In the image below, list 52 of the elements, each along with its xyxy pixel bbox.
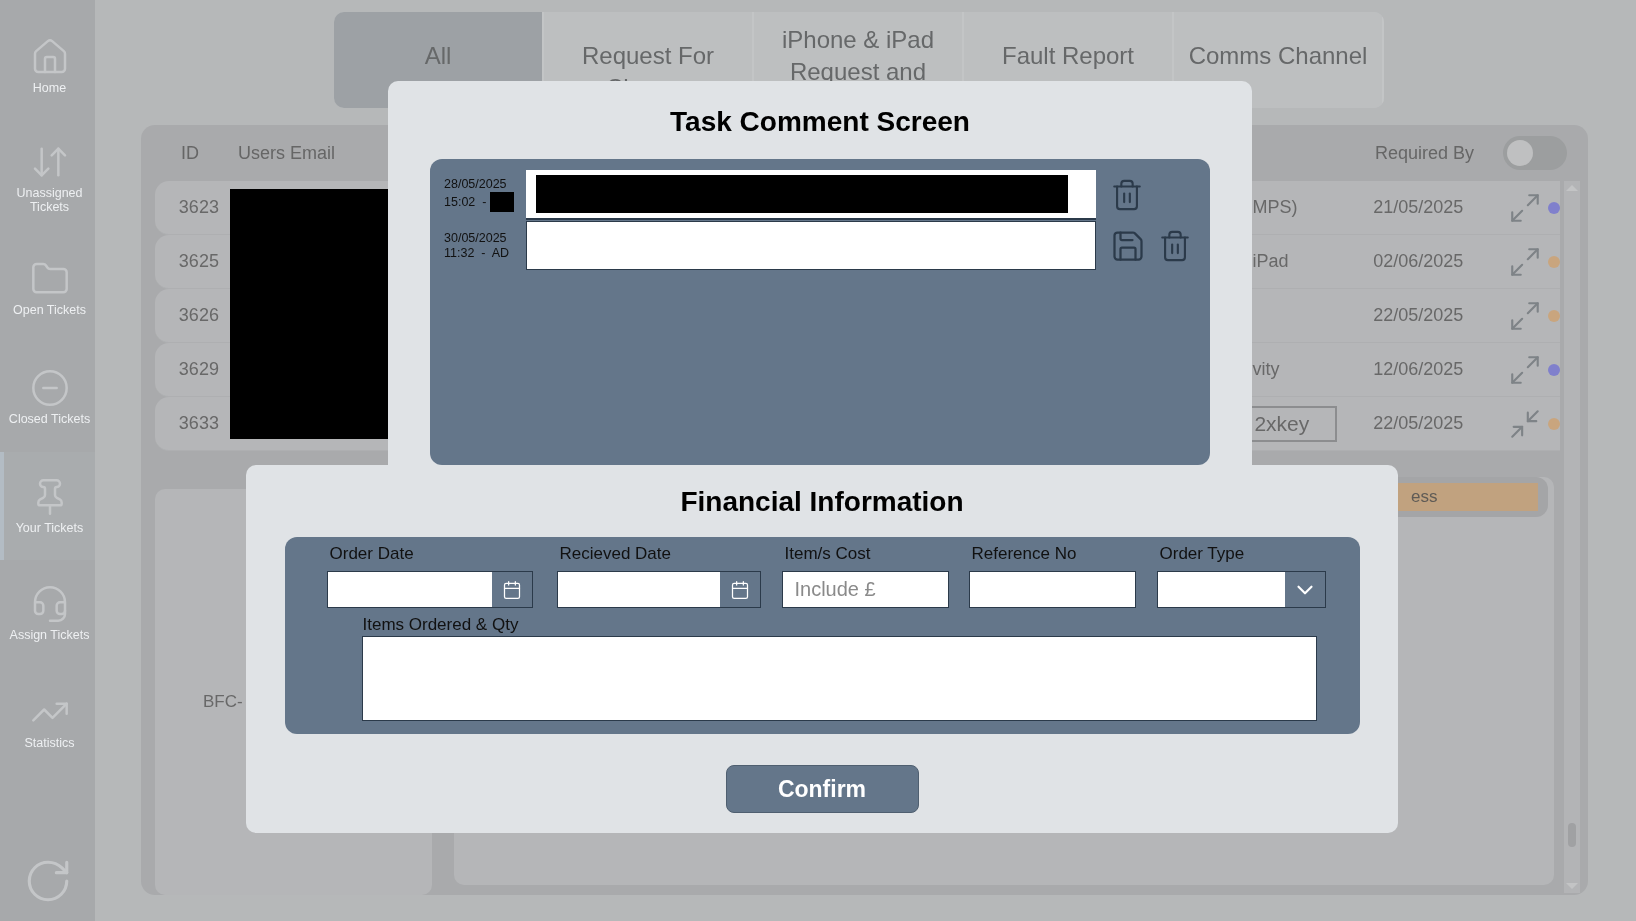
calendar-icon [729, 579, 750, 600]
table-cell-text: 3629 [177, 358, 219, 381]
table-cell-text: 22/05/2025 [1373, 304, 1465, 327]
table-cell-text: 3633 [177, 412, 219, 435]
sidebar-item[interactable]: Assign Tickets [0, 560, 95, 666]
sidebar-item[interactable]: Open Tickets [0, 234, 95, 342]
dropdown[interactable] [1156, 571, 1326, 608]
dialog-title: Task Comment Screen [670, 105, 970, 139]
sidebar-item[interactable]: Home [0, 10, 95, 122]
delete-icon[interactable] [1110, 177, 1144, 212]
comment-field[interactable] [526, 169, 1096, 220]
scrollbar[interactable] [1564, 181, 1580, 893]
date-picker[interactable] [326, 571, 533, 608]
sidebar-item[interactable]: Closed Tickets [0, 342, 95, 452]
table-cell-text: 22/05/2025 [1373, 412, 1465, 435]
date-picker[interactable] [556, 571, 761, 608]
column-header: Required By [1375, 141, 1476, 165]
comment-time: 11:32 - AD [444, 245, 510, 261]
confirm-button[interactable]: Confirm [725, 765, 919, 813]
ticket-reference: BFC- [203, 691, 243, 713]
table-cell-text: vity [1252, 358, 1280, 381]
comment-date: 30/05/2025 [444, 230, 508, 246]
field-label: Order Type [1158, 543, 1246, 565]
table-cell-text: 02/06/2025 [1373, 250, 1465, 273]
comment-input[interactable] [526, 221, 1096, 270]
table-cell-text: MPS) [1252, 196, 1298, 219]
table-cell-text: 3625 [177, 250, 219, 273]
table-cell-text: 12/06/2025 [1373, 358, 1465, 381]
sidebar-item[interactable]: Unassigned Tickets [0, 122, 95, 234]
comment-time: 15:02 - [444, 194, 487, 210]
field-label: Order Date [328, 543, 415, 565]
column-header: Users Email [238, 141, 336, 165]
input-field[interactable] [968, 571, 1136, 608]
redaction-block [490, 192, 515, 212]
toggle-switch[interactable] [1503, 136, 1567, 170]
sidebar-item[interactable]: Statistics [0, 666, 95, 776]
items-textarea[interactable] [361, 636, 1317, 721]
delete-icon[interactable] [1158, 228, 1192, 263]
dialog-title: Financial Information [680, 485, 964, 519]
table-cell-text: 21/05/2025 [1373, 196, 1465, 219]
field-label: Items Ordered & Qty [362, 614, 520, 636]
table-cell-text: iPad [1252, 250, 1289, 273]
comment-date: 28/05/2025 [444, 177, 508, 192]
field-label: Reference No [970, 543, 1078, 565]
column-header: ID [181, 141, 200, 165]
table-cell-text: 3623 [177, 196, 219, 219]
table-cell-text: 3626 [177, 304, 219, 327]
field-label: Recieved Date [558, 543, 672, 565]
input-field[interactable]: Include £ [781, 571, 949, 608]
calendar-icon [501, 579, 522, 600]
minus-circle-icon [29, 368, 70, 408]
field-label: Item/s Cost [783, 543, 872, 565]
